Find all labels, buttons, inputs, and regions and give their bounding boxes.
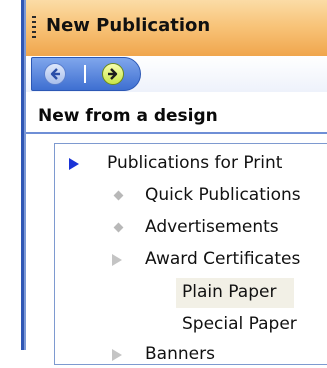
forward-arrow-icon	[108, 68, 118, 80]
tree-item-label: Publications for Print	[107, 153, 283, 173]
tree-item-label: Quick Publications	[145, 185, 301, 205]
tree-item-label: Banners	[145, 344, 215, 364]
navigation-bar	[26, 56, 327, 92]
tree-item-label: Award Certificates	[145, 249, 301, 269]
section-title: New from a design	[38, 106, 218, 126]
bullet-diamond-icon	[113, 222, 124, 233]
drag-grip-icon[interactable]	[32, 16, 36, 38]
pane-title: New Publication	[46, 15, 211, 36]
tree-item-label: Special Paper	[182, 314, 297, 334]
back-arrow-icon	[50, 68, 60, 80]
section-header: New from a design	[26, 104, 327, 134]
collapsed-triangle-icon[interactable]	[112, 254, 122, 266]
expanded-triangle-icon[interactable]	[69, 158, 79, 170]
nav-separator	[84, 65, 86, 83]
back-button[interactable]	[44, 63, 66, 85]
design-category-tree: Publications for Print Quick Publication…	[54, 143, 327, 365]
nav-button-group	[31, 57, 141, 91]
bullet-diamond-icon	[113, 190, 124, 201]
task-pane-title-bar[interactable]: New Publication	[26, 0, 327, 57]
left-task-pane-border	[0, 0, 26, 350]
collapsed-triangle-icon[interactable]	[112, 349, 122, 361]
tree-item-label: Advertisements	[145, 217, 279, 237]
tree-item-label: Plain Paper	[182, 282, 277, 302]
tree-item-plain-paper[interactable]: Plain Paper	[176, 278, 300, 308]
forward-button[interactable]	[102, 63, 124, 85]
